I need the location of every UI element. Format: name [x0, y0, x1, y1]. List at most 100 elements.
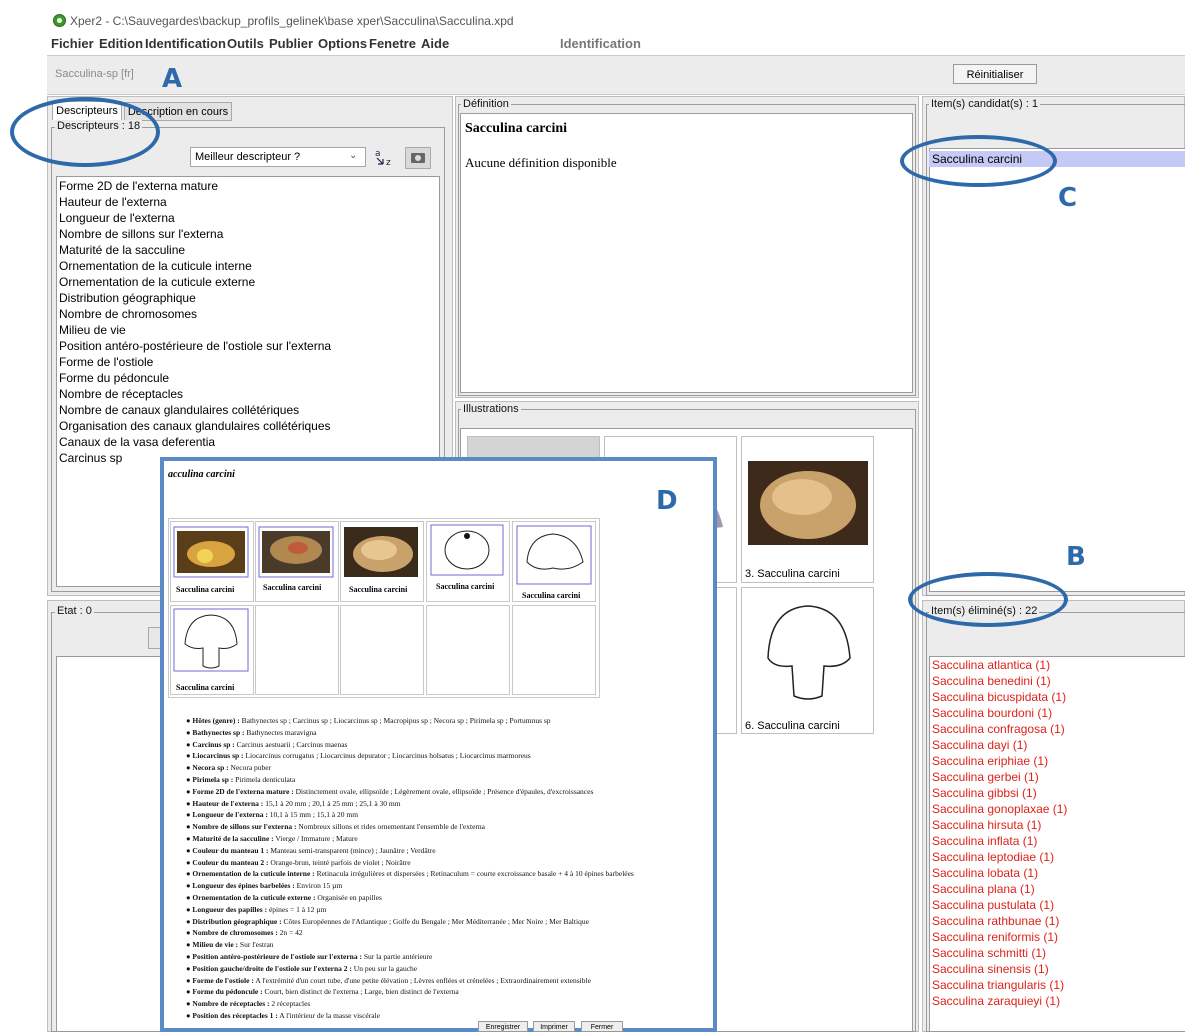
chevron-down-icon: ⌄ — [349, 150, 358, 161]
close-button[interactable]: Fermer — [581, 1021, 623, 1032]
eliminated-item[interactable]: Sacculina zaraquieyi (1) — [932, 994, 1060, 1008]
eliminated-item[interactable]: Sacculina schmitti (1) — [932, 946, 1046, 960]
eliminated-item[interactable]: Sacculina plana (1) — [932, 882, 1035, 896]
popup-thumb[interactable]: Sacculina carcini — [426, 521, 510, 602]
eliminated-item[interactable]: Sacculina triangularis (1) — [932, 978, 1064, 992]
save-button[interactable]: Enregistrer — [478, 1021, 528, 1032]
descriptor-item[interactable]: Position antéro-postérieure de l'ostiole… — [59, 339, 331, 353]
eliminated-item[interactable]: Sacculina confragosa (1) — [932, 722, 1065, 736]
popup-fact-value: Bathynectes sp ; Carcinus sp ; Liocarcin… — [241, 716, 551, 725]
descriptor-item[interactable]: Carcinus sp — [59, 451, 122, 465]
popup-fact-label: Ornementation de la cuticule externe : — [192, 893, 316, 902]
popup-fact-value: 2n = 42 — [279, 928, 303, 938]
popup-fact-label: Pirimela sp : — [192, 775, 234, 784]
eliminated-item[interactable]: Sacculina rathbunae (1) — [932, 914, 1059, 928]
reset-button[interactable]: Réinitialiser — [953, 64, 1037, 84]
popup-fact-label: Carcinus sp : — [192, 739, 235, 749]
descriptor-item[interactable]: Nombre de sillons sur l'externa — [59, 227, 223, 241]
eliminated-item[interactable]: Sacculina dayi (1) — [932, 738, 1027, 752]
popup-fact: ● Nombre de sillons sur l'externa : Nomb… — [186, 822, 485, 831]
popup-fact-value: Bathynectes maravigna — [246, 727, 317, 737]
popup-fact-label: Milieu de vie : — [192, 940, 239, 950]
sacculina-drawing — [767, 605, 851, 700]
popup-fact-label: Forme de l'ostiole : — [192, 975, 254, 985]
menu-identification[interactable]: Identification — [145, 36, 226, 51]
popup-fact-label: Distribution géographique : — [192, 916, 282, 926]
descriptor-item[interactable]: Distribution géographique — [59, 291, 196, 305]
descriptor-item[interactable]: Ornementation de la cuticule externe — [59, 275, 255, 289]
eliminated-item[interactable]: Sacculina pustulata (1) — [932, 898, 1054, 912]
eliminated-item[interactable]: Sacculina benedini (1) — [932, 674, 1051, 688]
popup-fact-label: Position gauche/droite de l'ostiole sur … — [192, 963, 352, 973]
thumb-caption: Sacculina carcini — [522, 591, 581, 600]
descriptor-item[interactable]: Canaux de la vasa deferentia — [59, 435, 215, 449]
descriptor-item[interactable]: Nombre de réceptacles — [59, 387, 183, 401]
menu-aide[interactable]: Aide — [421, 36, 449, 51]
descriptor-item[interactable]: Milieu de vie — [59, 323, 126, 337]
descriptor-item[interactable]: Hauteur de l'externa — [59, 195, 167, 209]
popup-fact: ● Longueur des papilles : épines = 1 à 1… — [186, 905, 326, 914]
illustration-thumb[interactable]: 3. Sacculina carcini — [741, 436, 874, 583]
eliminated-item[interactable]: Sacculina atlantica (1) — [932, 658, 1050, 672]
menu-edition[interactable]: Edition — [99, 36, 143, 51]
print-button[interactable]: Imprimer — [533, 1021, 575, 1032]
descriptor-item[interactable]: Maturité de la sacculine — [59, 243, 185, 257]
state-count: Etat : 0 — [55, 605, 94, 617]
sacculina-photo — [748, 461, 868, 545]
annotation-letter-a: A — [162, 64, 183, 94]
eliminated-item[interactable]: Sacculina gonoplaxae (1) — [932, 802, 1067, 816]
popup-fact: ● Hauteur de l'externa : 15,1 à 20 mm ; … — [186, 799, 401, 808]
popup-thumb[interactable]: Sacculina carcini — [170, 521, 254, 602]
eliminated-item[interactable]: Sacculina sinensis (1) — [932, 962, 1049, 976]
eliminated-item[interactable]: Sacculina bicuspidata (1) — [932, 690, 1066, 704]
menu-options[interactable]: Options — [318, 36, 367, 51]
eliminated-item[interactable]: Sacculina hirsuta (1) — [932, 818, 1041, 832]
popup-fact-value: Nombreux sillons et rides ornementant l'… — [298, 822, 485, 832]
popup-fact-value: Necora puber — [230, 763, 272, 773]
eliminated-item[interactable]: Sacculina eriphiae (1) — [932, 754, 1048, 768]
sort-az-icon[interactable]: az — [372, 145, 398, 169]
popup-thumb[interactable]: Sacculina carcini — [340, 521, 424, 602]
descriptor-item[interactable]: Forme du pédoncule — [59, 371, 169, 385]
popup-fact-label: Nombre de chromosomes : — [192, 928, 278, 938]
descriptor-item[interactable]: Forme de l'ostiole — [59, 355, 153, 369]
popup-fact-value: 15,1 à 20 mm ; 20,1 à 25 mm ; 25,1 à 30 … — [265, 798, 401, 808]
descriptor-sort-select[interactable]: Meilleur descripteur ? ⌄ — [190, 147, 366, 167]
popup-fact-label: Ornementation de la cuticule interne : — [192, 869, 315, 879]
illustration-caption: 6. Sacculina carcini — [745, 720, 840, 732]
descriptor-item[interactable]: Ornementation de la cuticule interne — [59, 259, 252, 273]
popup-fact: ● Bathynectes sp : Bathynectes maravigna — [186, 728, 317, 737]
illustration-thumb[interactable]: 6. Sacculina carcini — [741, 587, 874, 734]
descriptor-item[interactable]: Longueur de l'externa — [59, 211, 175, 225]
eliminated-item[interactable]: Sacculina bourdoni (1) — [932, 706, 1052, 720]
popup-fact-value: Organisée en papilles — [317, 893, 382, 902]
descriptor-item[interactable]: Nombre de chromosomes — [59, 307, 197, 321]
popup-thumb[interactable]: Sacculina carcini — [255, 521, 339, 602]
popup-fact-label: Hauteur de l'externa : — [192, 798, 264, 808]
popup-thumb[interactable]: Sacculina carcini — [512, 521, 596, 602]
eliminated-item[interactable]: Sacculina lobata (1) — [932, 866, 1038, 880]
popup-thumb[interactable]: Sacculina carcini — [170, 605, 254, 695]
popup-fact-label: Hôtes (genre) : — [192, 716, 240, 725]
popup-fact-value: Pirimela denticulata — [235, 775, 296, 784]
popup-fact: ● Nombre de chromosomes : 2n = 42 — [186, 928, 303, 937]
menu-publier[interactable]: Publier — [269, 36, 313, 51]
popup-fact-value: épines = 1 à 12 µm — [268, 904, 327, 914]
menu-fichier[interactable]: Fichier — [51, 36, 94, 51]
popup-fact-value: 10,1 à 15 mm ; 15,1 à 20 mm — [269, 810, 359, 820]
eliminated-item[interactable]: Sacculina gibbsi (1) — [932, 786, 1037, 800]
menu-outils[interactable]: Outils — [227, 36, 264, 51]
eliminated-item[interactable]: Sacculina inflata (1) — [932, 834, 1037, 848]
menu-fenetre[interactable]: Fenetre — [369, 36, 416, 51]
camera-icon[interactable] — [405, 147, 431, 169]
descriptor-item[interactable]: Organisation des canaux glandulaires col… — [59, 419, 331, 433]
eliminated-item[interactable]: Sacculina reniformis (1) — [932, 930, 1058, 944]
popup-fact-value: Environ 15 µm — [296, 881, 343, 891]
popup-fact-label: Position des réceptacles 1 : — [192, 1011, 278, 1020]
popup-fact-label: Nombre de sillons sur l'externa : — [192, 822, 297, 832]
eliminated-item[interactable]: Sacculina leptodiae (1) — [932, 850, 1054, 864]
descriptor-item[interactable]: Forme 2D de l'externa mature — [59, 179, 218, 193]
popup-fact: ● Position des réceptacles 1 : A l'intér… — [186, 1011, 380, 1020]
eliminated-item[interactable]: Sacculina gerbei (1) — [932, 770, 1039, 784]
descriptor-item[interactable]: Nombre de canaux glandulaires collétériq… — [59, 403, 299, 417]
